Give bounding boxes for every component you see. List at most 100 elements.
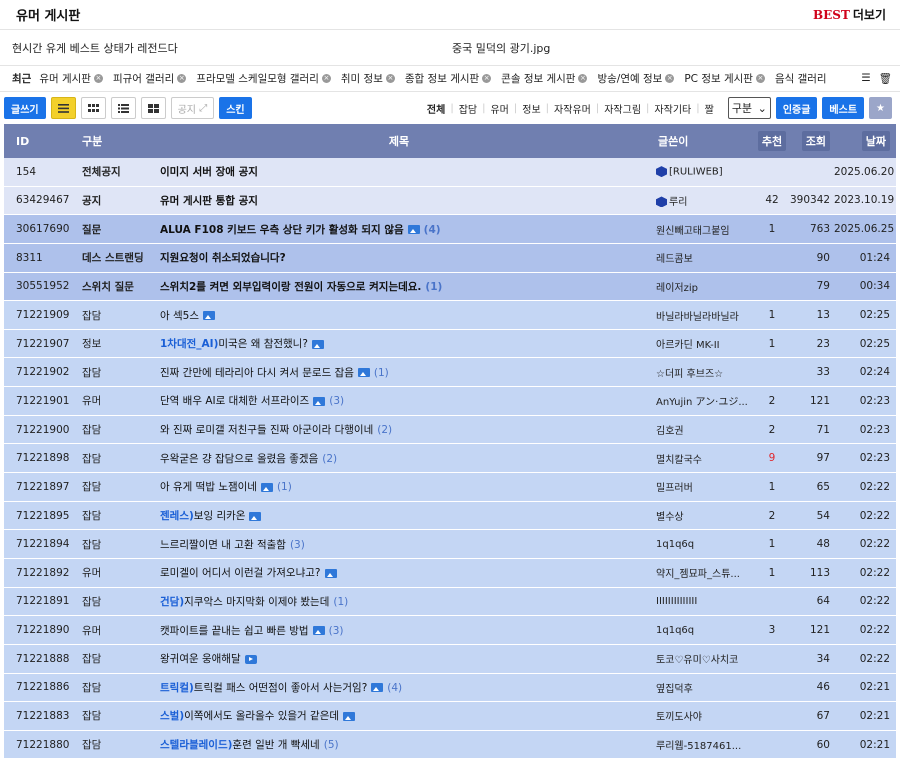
post-tag[interactable]: 스텔라블레이드) <box>160 739 232 751</box>
post-author[interactable]: 레드콤보 <box>648 250 754 265</box>
post-author[interactable]: 김호권 <box>648 422 754 437</box>
table-row[interactable]: 71221890 유머 캣파이트를 끝내는 쉽고 빠른 방법 (3) 1q1q6q 3 12… <box>4 616 896 645</box>
post-author[interactable]: 바닐라바닐라바닐라 <box>648 308 754 323</box>
recent-board-chip[interactable]: 음식 갤러리 <box>775 71 827 86</box>
post-author[interactable]: 아르카딘 MK-II <box>648 336 754 351</box>
comment-count[interactable]: (3) <box>329 625 344 637</box>
category-link[interactable]: 자작그림 <box>599 101 646 116</box>
recent-board-chip[interactable]: 유머 게시판 × <box>39 71 103 86</box>
comment-count[interactable]: (5) <box>324 739 339 751</box>
post-title-link[interactable]: 트릭컬 패스 어떤점이 좋아서 사는거임? <box>194 682 367 694</box>
post-author[interactable]: [RULIWEB] <box>648 166 754 178</box>
best-post-link[interactable]: 현시간 유게 베스트 상태가 레전드다 <box>12 40 452 56</box>
post-author[interactable]: 레이저zip <box>648 279 754 294</box>
table-row[interactable]: 71221909 잡담 아 섹5스 바닐라바닐라바닐라 1 13 02:25 <box>4 301 896 330</box>
post-title-link[interactable]: 보잉 리카온 <box>194 510 246 522</box>
post-title-link[interactable]: 지원요청이 취소되었습니다? <box>160 252 286 264</box>
post-title-link[interactable]: 스위치2를 켜면 외부입력이랑 전원이 자동으로 켜지는데요. <box>160 281 421 293</box>
post-author[interactable]: 약지_젬묘파_스튜... <box>648 565 754 580</box>
detail-list-view-button[interactable] <box>110 97 136 119</box>
sort-date-button[interactable]: 날짜 <box>861 131 890 151</box>
post-tag[interactable]: 젠레스) <box>160 510 194 522</box>
notice-toggle-button[interactable]: 공지 ⤢ <box>170 97 215 119</box>
post-title-link[interactable]: 진짜 간만에 테라리아 다시 켜서 문로드 잡음 <box>160 367 354 379</box>
table-row[interactable]: 71221907 정보 1차대전_AI)미국은 왜 참전했니? 아르카딘 MK-II 1… <box>4 329 896 359</box>
recent-board-chip[interactable]: 프라모델 스케일모형 갤러리 × <box>196 71 331 86</box>
comment-count[interactable]: (3) <box>329 395 344 407</box>
recent-board-chip[interactable]: 방송/연예 정보 × <box>597 71 675 86</box>
close-icon[interactable]: × <box>755 74 765 83</box>
close-icon[interactable]: × <box>665 74 675 83</box>
menu-icon[interactable]: ☰ <box>861 72 870 85</box>
table-row[interactable]: 71221888 잡담 왕귀여운 웅애해달 토코♡유미♡사치코 34 02:22 <box>4 644 896 674</box>
table-row[interactable]: 71221895 잡담 젠레스)보잉 리카온 별수상 2 54 02:22 <box>4 501 896 531</box>
table-row[interactable]: 71221901 유머 단역 배우 AI로 대체한 서프라이즈 (3) AnYujin … <box>4 387 896 416</box>
comment-count[interactable]: (1) <box>425 281 442 293</box>
post-author[interactable]: 루리 <box>648 193 754 208</box>
category-link[interactable]: 짤 <box>700 101 719 116</box>
sort-views-button[interactable]: 조회 <box>801 131 830 151</box>
recent-board-chip[interactable]: 피규어 갤러리 × <box>113 71 187 86</box>
table-row[interactable]: 71221880 잡담 스텔라블레이드)훈련 일반 개 빡세네 (5) 루리웹-5187… <box>4 730 896 760</box>
best-more-link[interactable]: BEST 더보기 <box>813 6 886 23</box>
post-title-link[interactable]: 아 섹5스 <box>160 310 199 322</box>
sort-recommend-button[interactable]: 추천 <box>757 131 787 151</box>
post-title-link[interactable]: 왕귀여운 웅애해달 <box>160 653 241 665</box>
category-link[interactable]: 전체 <box>422 101 450 116</box>
post-title-link[interactable]: 유머 게시판 통합 공지 <box>160 195 258 207</box>
comment-count[interactable]: (2) <box>377 424 392 436</box>
post-title-link[interactable]: 이미지 서버 장애 공지 <box>160 166 258 178</box>
close-icon[interactable]: × <box>177 74 187 83</box>
table-row[interactable]: 71221894 잡담 느르리짤이면 내 고환 적출함 (3) 1q1q6q 1 48 02:… <box>4 530 896 559</box>
post-author[interactable]: 별수상 <box>648 508 754 523</box>
recent-board-chip[interactable]: 콘솔 정보 게시판 × <box>501 71 588 86</box>
category-link[interactable]: 자작기타 <box>649 101 696 116</box>
list-view-button[interactable] <box>50 97 76 119</box>
post-author[interactable]: 루리웹-5187461... <box>648 737 754 752</box>
recent-board-chip[interactable]: PC 정보 게시판 × <box>684 71 765 86</box>
post-title-link[interactable]: 미국은 왜 참전했니? <box>218 338 308 350</box>
post-author[interactable]: IIIIIIIIIIIIII <box>648 596 754 607</box>
category-link[interactable]: 자작유머 <box>549 101 596 116</box>
post-author[interactable]: 1q1q6q <box>648 539 754 550</box>
post-title-link[interactable]: 우왁굳은 걍 잡담으로 올렸음 좋겠음 <box>160 453 318 465</box>
table-row[interactable]: 30551952 스위치 질문 스위치2를 켜면 외부입력이랑 전원이 자동으로 켜… <box>4 272 896 302</box>
post-title-link[interactable]: 로미겔이 어디서 이런걸 가져오냐고? <box>160 567 321 579</box>
best-posts-button[interactable]: 베스트 <box>822 97 865 119</box>
card-view-button[interactable] <box>140 97 166 119</box>
comment-count[interactable]: (3) <box>290 539 305 551</box>
favorite-star-button[interactable]: ★ <box>869 97 892 119</box>
trash-icon[interactable]: 🗑 <box>879 72 892 85</box>
post-title-link[interactable]: ALUA F108 키보드 우측 상단 키가 활성화 되지 않음 <box>160 224 404 236</box>
comment-count[interactable]: (4) <box>424 224 441 236</box>
table-row[interactable]: 71221892 유머 로미겔이 어디서 이런걸 가져오냐고? 약지_젬묘파_스튜..… <box>4 558 896 588</box>
post-author[interactable]: ☆더피 후브즈☆ <box>648 365 754 380</box>
comment-count[interactable]: (2) <box>322 453 337 465</box>
post-author[interactable]: 멸치칼국수 <box>648 451 754 466</box>
comment-count[interactable]: (1) <box>333 596 348 608</box>
category-link[interactable]: 잡담 <box>454 101 482 116</box>
close-icon[interactable]: × <box>93 74 103 83</box>
comment-count[interactable]: (1) <box>374 367 389 379</box>
table-row[interactable]: 71221883 잡담 스벌)이쪽에서도 올라올수 있을거 같은데 토끼도사야 67 02… <box>4 702 896 731</box>
category-link[interactable]: 정보 <box>517 101 545 116</box>
close-icon[interactable]: × <box>321 74 331 83</box>
table-row[interactable]: 71221900 잡담 와 진짜 로미갤 저친구들 진짜 아군이라 다행이네 (2) 김… <box>4 415 896 445</box>
post-author[interactable]: 1q1q6q <box>648 625 754 636</box>
skin-button[interactable]: 스킨 <box>219 97 252 119</box>
post-tag[interactable]: 트릭컬) <box>160 682 194 694</box>
table-row[interactable]: 63429467 공지 유머 게시판 통합 공지 루리 42 390342 2023.10.… <box>4 186 896 216</box>
table-row[interactable]: 71221886 잡담 트릭컬)트릭컬 패스 어떤점이 좋아서 사는거임? (4) 옆집… <box>4 673 896 703</box>
category-link[interactable]: 유머 <box>485 101 513 116</box>
post-author[interactable]: 토끼도사야 <box>648 708 754 723</box>
recent-board-chip[interactable]: 종합 정보 게시판 × <box>405 71 492 86</box>
post-title-link[interactable]: 지쿠악스 마지막화 이제야 봤는데 <box>184 596 329 608</box>
table-row[interactable]: 71221897 잡담 아 유게 떡밥 노잼이네 (1) 밀프러버 1 65 02:22 <box>4 473 896 502</box>
post-title-link[interactable]: 단역 배우 AI로 대체한 서프라이즈 <box>160 395 309 407</box>
comment-count[interactable]: (4) <box>387 682 402 694</box>
post-tag[interactable]: 건담) <box>160 596 184 608</box>
post-author[interactable]: AnYujin アン·ユジ... <box>648 393 754 408</box>
post-title-link[interactable]: 아 유게 떡밥 노잼이네 <box>160 481 257 493</box>
post-title-link[interactable]: 캣파이트를 끝내는 쉽고 빠른 방법 <box>160 625 309 637</box>
recent-board-chip[interactable]: 취미 정보 × <box>341 71 395 86</box>
